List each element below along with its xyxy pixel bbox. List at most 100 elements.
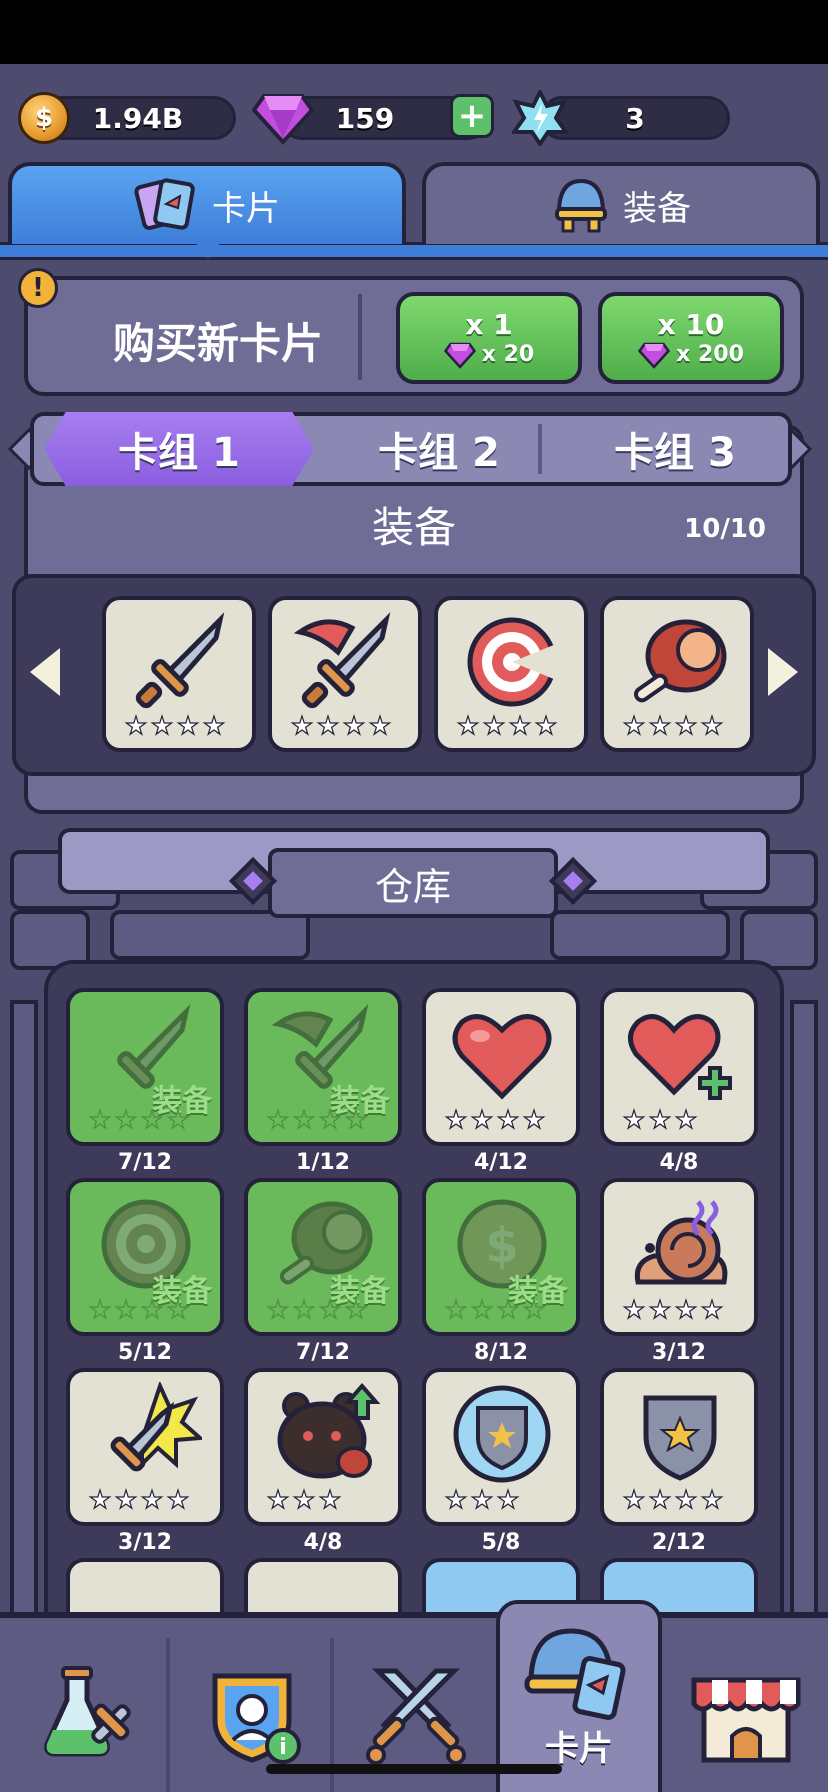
- star-icon: [140, 1488, 164, 1510]
- warehouse-item[interactable]: 装备: [244, 988, 402, 1146]
- star-icon: [166, 1108, 190, 1130]
- energy-star-icon: [512, 90, 568, 146]
- shield-bubble-icon: [453, 1385, 551, 1483]
- star-rating: [88, 1298, 190, 1322]
- tab-cards[interactable]: 卡片: [8, 162, 406, 244]
- star-rating: [266, 1488, 342, 1512]
- item-count: 7/12: [296, 1340, 350, 1365]
- warehouse-item[interactable]: 装备: [244, 1178, 402, 1336]
- warehouse-item[interactable]: [600, 988, 758, 1146]
- character-badge-icon: i: [212, 1673, 301, 1764]
- bear-meat-up-icon: [277, 1382, 380, 1479]
- warehouse-item[interactable]: 装备: [66, 988, 224, 1146]
- item-count: 4/8: [303, 1530, 343, 1555]
- scroll-left-arrow-icon[interactable]: [30, 648, 60, 696]
- item-count: 3/12: [652, 1340, 706, 1365]
- equipped-card-sword[interactable]: [102, 596, 256, 752]
- star-rating: [622, 1298, 724, 1322]
- buy-cards-panel: 购买新卡片 x 1 x 20 x 10 x 200: [24, 276, 804, 396]
- carousel-track[interactable]: [72, 594, 762, 758]
- coin-icon: $: [18, 92, 70, 144]
- star-rating: [88, 1108, 190, 1132]
- deck-tab-1[interactable]: 卡组 1: [44, 412, 314, 486]
- star-icon: [114, 1488, 138, 1510]
- equipped-cards-carousel: [12, 574, 816, 776]
- warehouse-item[interactable]: 装备: [66, 1178, 224, 1336]
- star-rating: [622, 1108, 698, 1132]
- status-bar: [0, 0, 828, 64]
- star-icon: [266, 1488, 290, 1510]
- star-icon: [292, 1488, 316, 1510]
- star-icon: [344, 1108, 368, 1130]
- deck-tab-3[interactable]: 卡组 3: [560, 416, 790, 482]
- buy-1-qty: x 1: [465, 307, 513, 341]
- alert-icon[interactable]: !: [18, 268, 58, 308]
- tab-equipment-label: 装备: [623, 188, 691, 229]
- add-gems-button[interactable]: +: [450, 94, 494, 138]
- star-icon: [88, 1298, 112, 1320]
- star-rating: [290, 714, 392, 738]
- shield-icon: [643, 1395, 717, 1481]
- star-icon: [674, 1488, 698, 1510]
- star-rating: [124, 714, 226, 738]
- star-rating: [444, 1298, 546, 1322]
- warehouse-item[interactable]: [422, 1368, 580, 1526]
- divider: [358, 294, 362, 380]
- star-icon: [470, 1298, 494, 1320]
- sword-icon: [135, 612, 225, 709]
- crit-sword-icon: [110, 1382, 202, 1472]
- star-icon: [166, 1488, 190, 1510]
- warehouse-item[interactable]: $ 装备: [422, 1178, 580, 1336]
- star-icon: [522, 1108, 546, 1130]
- svg-text:i: i: [279, 1735, 287, 1760]
- gem-value: 159: [335, 101, 395, 135]
- home-indicator: [266, 1764, 562, 1774]
- star-icon: [444, 1108, 468, 1130]
- buy-10-cost: x 200: [638, 341, 744, 369]
- buy-1-button[interactable]: x 1 x 20: [396, 292, 582, 384]
- tab-equipment[interactable]: 装备: [422, 162, 820, 244]
- equipped-card-target[interactable]: [434, 596, 588, 752]
- star-icon: [292, 1298, 316, 1320]
- buy-title: 购买新卡片: [112, 319, 323, 368]
- star-icon: [88, 1108, 112, 1130]
- equipped-card-meat[interactable]: [600, 596, 754, 752]
- star-icon: [266, 1108, 290, 1130]
- star-icon: [674, 1298, 698, 1320]
- warehouse-item[interactable]: [422, 988, 580, 1146]
- buy-10-button[interactable]: x 10 x 200: [598, 292, 784, 384]
- warehouse-item[interactable]: [244, 1368, 402, 1526]
- meat-icon: [633, 619, 727, 703]
- warehouse-item[interactable]: [600, 1178, 758, 1336]
- star-icon: [496, 1298, 520, 1320]
- shop-icon: [691, 1677, 801, 1763]
- nav-lab[interactable]: [4, 1632, 168, 1792]
- star-icon: [344, 1298, 368, 1320]
- star-icon: [140, 1298, 164, 1320]
- energy-counter: 3: [540, 96, 730, 140]
- warehouse-item[interactable]: [600, 1368, 758, 1526]
- star-icon: [522, 1298, 546, 1320]
- item-count: 8/12: [474, 1340, 528, 1365]
- nav-shop[interactable]: [664, 1632, 828, 1792]
- warehouse-title: 仓库: [374, 864, 451, 909]
- currency-bar: 1.94B $ 159 + 3: [0, 90, 828, 146]
- warehouse-banner: 仓库: [268, 848, 558, 918]
- crossed-swords-icon: [366, 1668, 466, 1765]
- star-rating: [456, 714, 558, 738]
- item-count: 5/8: [481, 1530, 521, 1555]
- item-count: 4/12: [474, 1150, 528, 1175]
- warehouse-item[interactable]: [66, 1368, 224, 1526]
- energy-value: 3: [625, 101, 645, 135]
- star-icon: [470, 1108, 494, 1130]
- star-icon: [648, 1108, 672, 1130]
- star-icon: [496, 1108, 520, 1130]
- item-count: 7/12: [118, 1150, 172, 1175]
- deck-tab-2[interactable]: 卡组 2: [324, 416, 554, 482]
- equipped-card-axe-sword[interactable]: [268, 596, 422, 752]
- star-rating: [444, 1108, 546, 1132]
- star-icon: [444, 1298, 468, 1320]
- star-icon: [648, 1488, 672, 1510]
- scroll-right-arrow-icon[interactable]: [768, 648, 798, 696]
- deck-tabs: 卡组 1 卡组 2 卡组 3: [30, 412, 792, 486]
